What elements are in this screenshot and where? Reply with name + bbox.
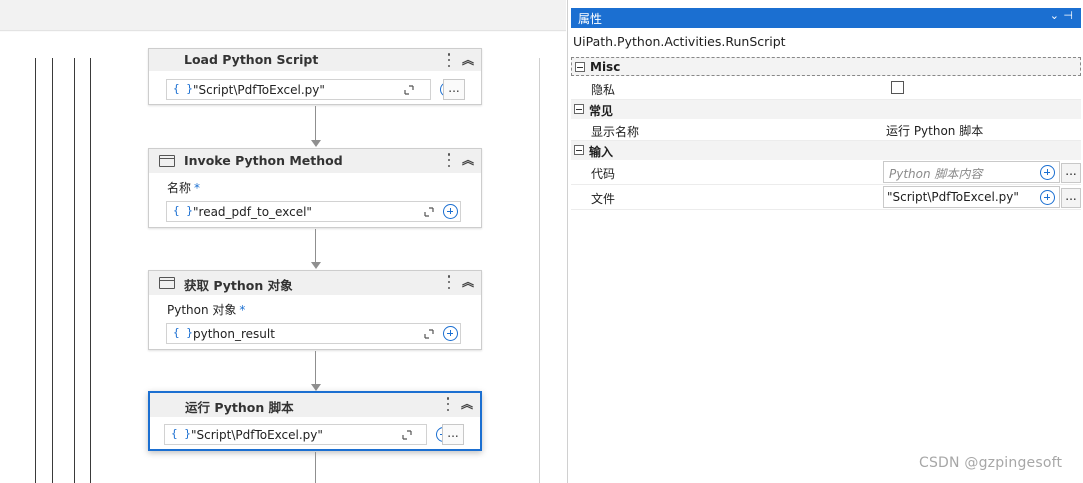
sequence-border-line xyxy=(74,58,75,483)
activity-type-name: UiPath.Python.Activities.RunScript xyxy=(573,34,786,49)
expression-icon: { } xyxy=(173,82,193,95)
collapse-icon[interactable]: ︽ xyxy=(461,52,475,68)
activity-title: 运行 Python 脚本 xyxy=(185,400,294,415)
add-variable-icon[interactable] xyxy=(1040,165,1055,180)
designer-toolbar xyxy=(0,0,566,31)
script-path-field[interactable]: { } "Script\PdfToExcel.py" xyxy=(164,424,451,445)
field-value: "Script\PdfToExcel.py" xyxy=(193,83,325,97)
expression-icon: { } xyxy=(173,204,193,217)
expand-editor-icon[interactable] xyxy=(423,328,435,340)
flow-arrow-icon xyxy=(311,384,321,391)
category-common[interactable]: 常见 xyxy=(571,100,1081,119)
property-name: 代码 xyxy=(591,167,616,181)
property-name: 显示名称 xyxy=(591,125,640,139)
sequence-border-line xyxy=(52,58,53,483)
add-variable-icon[interactable] xyxy=(1040,190,1055,205)
property-row-privacy[interactable]: 隐私 xyxy=(571,77,1081,99)
properties-titlebar[interactable]: 属性 ⌄ ⊣ xyxy=(571,8,1081,28)
script-path-field[interactable]: { } "Script\PdfToExcel.py" xyxy=(166,79,455,100)
expression-icon: { } xyxy=(171,427,191,440)
flow-arrow-icon xyxy=(311,140,321,147)
flow-arrow-icon xyxy=(311,262,321,269)
file-value: "Script\PdfToExcel.py" xyxy=(887,190,1019,204)
activity-header[interactable]: 运行 Python 脚本 ︽ xyxy=(150,393,480,417)
activity-title: 获取 Python 对象 xyxy=(184,278,293,293)
property-row-file[interactable]: 文件 "Script\PdfToExcel.py" ... xyxy=(571,186,1081,208)
more-options-icon[interactable] xyxy=(444,396,452,412)
code-editor-button[interactable]: ... xyxy=(1061,163,1081,183)
activity-icon xyxy=(159,277,175,289)
activity-get-python-object[interactable]: 获取 Python 对象 ︽ Python 对象 * { } python_res… xyxy=(148,270,482,350)
sequence-border-line xyxy=(539,58,540,483)
watermark: CSDN @gzpingesoft xyxy=(919,455,1063,471)
collapse-toggle-icon[interactable] xyxy=(574,104,584,114)
category-name: 输入 xyxy=(589,145,614,159)
activity-title: Load Python Script xyxy=(184,52,319,67)
field-value: "Script\PdfToExcel.py" xyxy=(191,428,323,442)
file-browse-button[interactable]: ... xyxy=(1061,188,1081,208)
activity-icon xyxy=(159,155,175,167)
collapse-toggle-icon[interactable] xyxy=(574,145,584,155)
activity-header[interactable]: 获取 Python 对象 ︽ xyxy=(149,271,481,295)
expand-editor-icon[interactable] xyxy=(401,429,413,441)
property-row-display-name[interactable]: 显示名称 运行 Python 脚本 xyxy=(571,119,1081,141)
panel-title: 属性 xyxy=(578,12,603,26)
method-name-field[interactable]: { } "read_pdf_to_excel" xyxy=(166,201,461,222)
workflow-designer[interactable]: Load Python Script ︽ { } "Script\PdfToEx… xyxy=(0,0,566,483)
more-options-icon[interactable] xyxy=(445,152,453,168)
expand-editor-icon[interactable] xyxy=(423,206,435,218)
expression-icon: { } xyxy=(173,326,193,339)
category-name: Misc xyxy=(590,60,621,74)
activity-load-python-script[interactable]: Load Python Script ︽ { } "Script\PdfToEx… xyxy=(148,48,482,105)
field-value: "read_pdf_to_excel" xyxy=(193,205,312,219)
more-options-icon[interactable] xyxy=(445,52,453,68)
privacy-checkbox[interactable] xyxy=(891,81,904,94)
properties-panel: 属性 ⌄ ⊣ UiPath.Python.Activities.RunScrip… xyxy=(567,0,1083,483)
category-name: 常见 xyxy=(589,104,614,118)
method-name-label: 名称 * xyxy=(167,181,201,195)
collapse-icon[interactable]: ︽ xyxy=(461,274,475,290)
category-input[interactable]: 输入 xyxy=(571,141,1081,160)
sequence-border-line xyxy=(35,58,36,483)
collapse-icon[interactable]: ︽ xyxy=(460,396,474,412)
display-name-value[interactable]: 运行 Python 脚本 xyxy=(886,122,983,139)
row-divider xyxy=(571,184,1081,185)
activity-run-python-script[interactable]: 运行 Python 脚本 ︽ { } "Script\PdfToExcel.py… xyxy=(148,391,482,451)
field-value: python_result xyxy=(193,327,275,341)
browse-button[interactable]: ... xyxy=(442,424,464,445)
sequence-border-line xyxy=(90,58,91,483)
flow-connector xyxy=(315,106,316,140)
activity-title: Invoke Python Method xyxy=(184,153,343,168)
row-divider xyxy=(571,209,1081,210)
flow-connector xyxy=(315,452,316,483)
activity-invoke-python-method[interactable]: Invoke Python Method ︽ 名称 * { } "read_pdf… xyxy=(148,148,482,228)
add-variable-icon[interactable] xyxy=(443,326,458,341)
pin-icon[interactable]: ⊣ xyxy=(1063,9,1073,22)
property-row-code[interactable]: 代码 Python 脚本内容 ... xyxy=(571,161,1081,183)
collapse-toggle-icon[interactable] xyxy=(575,62,585,72)
property-name: 隐私 xyxy=(591,83,616,97)
python-object-field[interactable]: { } python_result xyxy=(166,323,461,344)
more-options-icon[interactable] xyxy=(445,274,453,290)
chevron-down-icon[interactable]: ⌄ xyxy=(1050,9,1059,22)
activity-header[interactable]: Invoke Python Method ︽ xyxy=(149,149,481,173)
property-name: 文件 xyxy=(591,192,616,206)
python-object-label: Python 对象 * xyxy=(167,303,246,317)
browse-button[interactable]: ... xyxy=(443,79,465,100)
collapse-icon[interactable]: ︽ xyxy=(461,152,475,168)
code-input[interactable]: Python 脚本内容 xyxy=(883,161,1060,183)
expand-editor-icon[interactable] xyxy=(403,84,415,96)
flow-connector xyxy=(315,229,316,262)
activity-header[interactable]: Load Python Script ︽ xyxy=(149,49,481,71)
category-misc[interactable]: Misc xyxy=(571,57,1081,76)
add-variable-icon[interactable] xyxy=(443,204,458,219)
code-placeholder: Python 脚本内容 xyxy=(889,167,983,181)
file-input[interactable]: "Script\PdfToExcel.py" xyxy=(883,186,1060,208)
flow-connector xyxy=(315,351,316,384)
